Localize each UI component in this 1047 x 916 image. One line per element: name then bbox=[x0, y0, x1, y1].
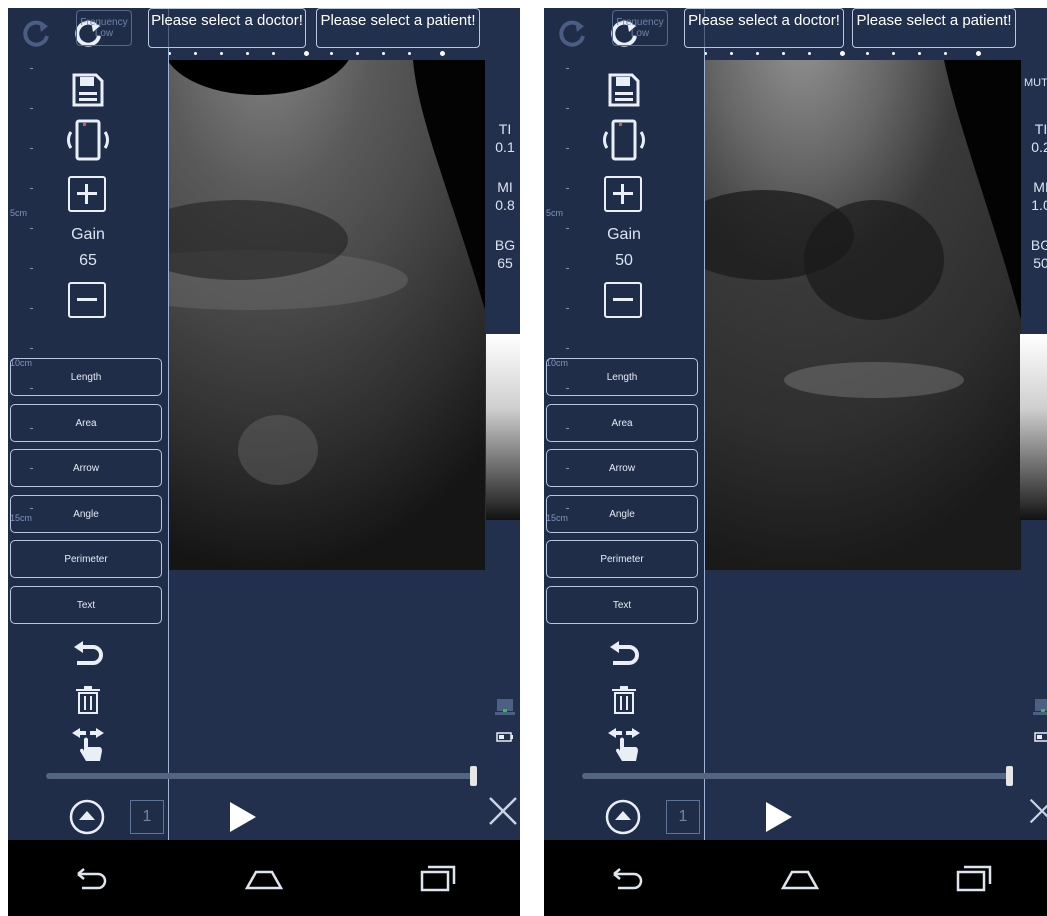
gain-label: Gain bbox=[71, 226, 105, 243]
ultrasound-image[interactable] bbox=[704, 60, 1021, 570]
mi-label: MI bbox=[497, 179, 513, 195]
cine-slider[interactable] bbox=[582, 773, 1012, 779]
probe-icon bbox=[1030, 696, 1047, 720]
battery-icon bbox=[494, 730, 516, 744]
frequency-value: Low bbox=[94, 28, 114, 39]
bg-value: 50 bbox=[1033, 255, 1047, 271]
back-icon[interactable] bbox=[606, 858, 646, 898]
frequency-label: Frequency bbox=[616, 17, 664, 28]
refresh-icon[interactable] bbox=[16, 14, 56, 54]
android-navbar bbox=[544, 840, 1047, 916]
depth-ruler bbox=[168, 51, 458, 56]
cine-slider[interactable] bbox=[46, 773, 476, 779]
select-patient-button[interactable]: Please select a patient! bbox=[852, 8, 1016, 48]
close-icon[interactable] bbox=[486, 794, 520, 828]
play-icon[interactable] bbox=[762, 798, 796, 836]
angle-button[interactable]: Angle bbox=[546, 495, 698, 533]
ti-value: 0.2 bbox=[1031, 139, 1047, 155]
frequency-toggle[interactable]: Frequency Low bbox=[76, 10, 132, 46]
ultrasound-screen-left: TI 0.1 MI 0.8 BG 65 5cm 10cm 15cm Freque… bbox=[8, 8, 520, 916]
recents-icon[interactable] bbox=[954, 858, 994, 898]
frame-counter: 1 bbox=[130, 800, 164, 834]
hand-move-icon[interactable] bbox=[68, 724, 108, 764]
plus-icon bbox=[613, 184, 633, 204]
close-icon[interactable] bbox=[1028, 794, 1047, 828]
frequency-label: Frequency bbox=[80, 17, 128, 28]
grayscale-bar bbox=[486, 334, 520, 520]
refresh-icon[interactable] bbox=[552, 14, 592, 54]
length-button[interactable]: Length bbox=[10, 358, 162, 396]
select-doctor-button[interactable]: Please select a doctor! bbox=[684, 8, 844, 48]
arrow-button[interactable]: Arrow bbox=[10, 449, 162, 487]
probe-icon bbox=[492, 696, 518, 720]
back-icon[interactable] bbox=[70, 858, 110, 898]
rotate-screen-icon[interactable] bbox=[60, 118, 116, 162]
length-button[interactable]: Length bbox=[546, 358, 698, 396]
mi-label: MI bbox=[1033, 179, 1047, 195]
perimeter-button[interactable]: Perimeter bbox=[546, 540, 698, 578]
area-button[interactable]: Area bbox=[10, 404, 162, 442]
depth-label: 5cm bbox=[546, 208, 564, 218]
select-patient-button[interactable]: Please select a patient! bbox=[316, 8, 480, 48]
gain-minus-button[interactable] bbox=[68, 282, 106, 318]
ti-value: 0.1 bbox=[495, 139, 515, 155]
up-arrow-icon[interactable] bbox=[604, 798, 642, 836]
depth-ruler bbox=[704, 51, 994, 56]
cine-slider-thumb[interactable] bbox=[1006, 766, 1013, 786]
home-icon[interactable] bbox=[244, 858, 284, 898]
up-arrow-icon[interactable] bbox=[68, 798, 106, 836]
select-doctor-button[interactable]: Please select a doctor! bbox=[148, 8, 306, 48]
text-button[interactable]: Text bbox=[10, 586, 162, 624]
bg-label: BG bbox=[1030, 237, 1047, 253]
frame-counter: 1 bbox=[666, 800, 700, 834]
text-button[interactable]: Text bbox=[546, 586, 698, 624]
gain-value: 65 bbox=[79, 252, 97, 269]
gain-value: 50 bbox=[615, 252, 633, 269]
bg-label: BG bbox=[494, 237, 516, 253]
angle-button[interactable]: Angle bbox=[10, 495, 162, 533]
grayscale-bar bbox=[1020, 334, 1047, 520]
frequency-toggle[interactable]: Frequency Low bbox=[612, 10, 668, 46]
control-panel: 5cm 10cm 15cm Frequency Low Gain 65 Leng… bbox=[8, 8, 169, 840]
undo-icon[interactable] bbox=[68, 638, 108, 674]
ti-label: TI bbox=[1034, 121, 1047, 137]
gain-minus-button[interactable] bbox=[604, 282, 642, 318]
cine-slider-thumb[interactable] bbox=[470, 766, 477, 786]
perimeter-button[interactable]: Perimeter bbox=[10, 540, 162, 578]
minus-icon bbox=[613, 298, 633, 301]
android-navbar bbox=[8, 840, 520, 916]
hand-move-icon[interactable] bbox=[604, 724, 644, 764]
gain-label: Gain bbox=[607, 226, 641, 243]
mode-label: MUT bbox=[1024, 77, 1047, 89]
gain-plus-button[interactable] bbox=[68, 176, 106, 212]
arrow-button[interactable]: Arrow bbox=[546, 449, 698, 487]
undo-icon[interactable] bbox=[604, 638, 644, 674]
gain-plus-button[interactable] bbox=[604, 176, 642, 212]
ultrasound-image[interactable] bbox=[168, 60, 485, 570]
battery-icon bbox=[1032, 730, 1047, 744]
frequency-value: Low bbox=[630, 28, 650, 39]
rotate-screen-icon[interactable] bbox=[596, 118, 652, 162]
depth-label: 5cm bbox=[10, 208, 28, 218]
ultrasound-screen-right: MUT TI 0.2 MI 1.0 BG 50 5cm 10cm 15cm Fr… bbox=[544, 8, 1047, 916]
bg-value: 65 bbox=[497, 255, 513, 271]
mi-value: 0.8 bbox=[495, 197, 515, 213]
plus-icon bbox=[77, 184, 97, 204]
recents-icon[interactable] bbox=[418, 858, 458, 898]
save-icon[interactable] bbox=[604, 70, 644, 110]
control-panel: 5cm 10cm 15cm Frequency Low Gain 50 Leng… bbox=[544, 8, 705, 840]
ti-label: TI bbox=[498, 121, 512, 137]
area-button[interactable]: Area bbox=[546, 404, 698, 442]
minus-icon bbox=[77, 298, 97, 301]
mi-value: 1.0 bbox=[1031, 197, 1047, 213]
play-icon[interactable] bbox=[226, 798, 260, 836]
home-icon[interactable] bbox=[780, 858, 820, 898]
trash-icon[interactable] bbox=[606, 682, 642, 718]
save-icon[interactable] bbox=[68, 70, 108, 110]
trash-icon[interactable] bbox=[70, 682, 106, 718]
